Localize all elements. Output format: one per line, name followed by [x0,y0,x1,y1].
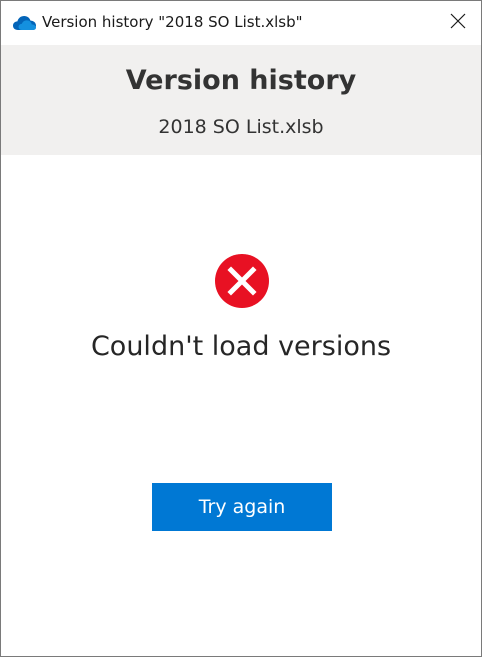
try-again-button[interactable]: Try again [152,483,332,531]
header-panel: Version history 2018 SO List.xlsb [1,45,481,155]
close-icon [450,13,466,33]
page-title: Version history [125,65,357,96]
error-message: Couldn't load versions [90,331,392,362]
close-button[interactable] [435,1,481,45]
window-title: Version history "2018 SO List.xlsb" [42,13,303,31]
title-bar: Version history "2018 SO List.xlsb" [1,1,481,45]
onedrive-cloud-icon [13,15,36,31]
error-x-icon [214,253,270,309]
file-name: 2018 SO List.xlsb [158,116,324,138]
version-history-window: Version history "2018 SO List.xlsb" Vers… [0,0,482,657]
